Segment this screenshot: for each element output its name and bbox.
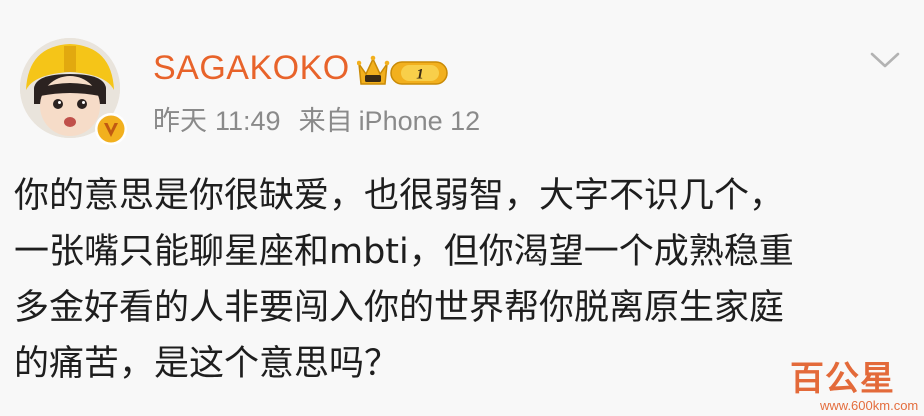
source-label: 来自 <box>298 106 353 136</box>
post-body-line: 一张嘴只能聊星座和mbti，但你渴望一个成熟稳重 <box>14 232 794 272</box>
post-meta: 昨天 11:49 来自 iPhone 12 <box>153 104 480 138</box>
post-body-line: 你的意思是你很缺爱，也很弱智，大字不识几个， <box>14 176 785 216</box>
post-body-line: 多金好看的人非要闯入你的世界帮你脱离原生家庭 <box>14 288 785 328</box>
watermark: 百公星 www.600km.com <box>790 360 920 414</box>
source-device: iPhone 12 <box>358 106 481 136</box>
post-body: 你的意思是你很缺爱，也很弱智，大字不识几个， 一张嘴只能聊星座和mbti，但你渴… <box>14 168 914 392</box>
username[interactable]: SAGAKOKO <box>153 48 350 88</box>
weibo-post: SAGAKOKO 1 昨天 11:49 来自 iPhone 12 你的意思是你很缺爱，… <box>0 0 924 416</box>
post-body-line: 的痛苦，是这个意思吗？ <box>14 344 400 384</box>
verified-v-icon <box>95 113 127 145</box>
timestamp-time: 11:49 <box>215 106 281 136</box>
avatar-container[interactable] <box>20 38 130 148</box>
watermark-url: www.600km.com <box>820 398 919 413</box>
timestamp-day: 昨天 <box>153 106 207 136</box>
chevron-down-icon[interactable] <box>868 48 902 72</box>
crown-level-icon[interactable]: 1 <box>357 54 449 88</box>
watermark-logo: 百公星 <box>790 359 895 399</box>
level-number: 1 <box>416 67 424 83</box>
